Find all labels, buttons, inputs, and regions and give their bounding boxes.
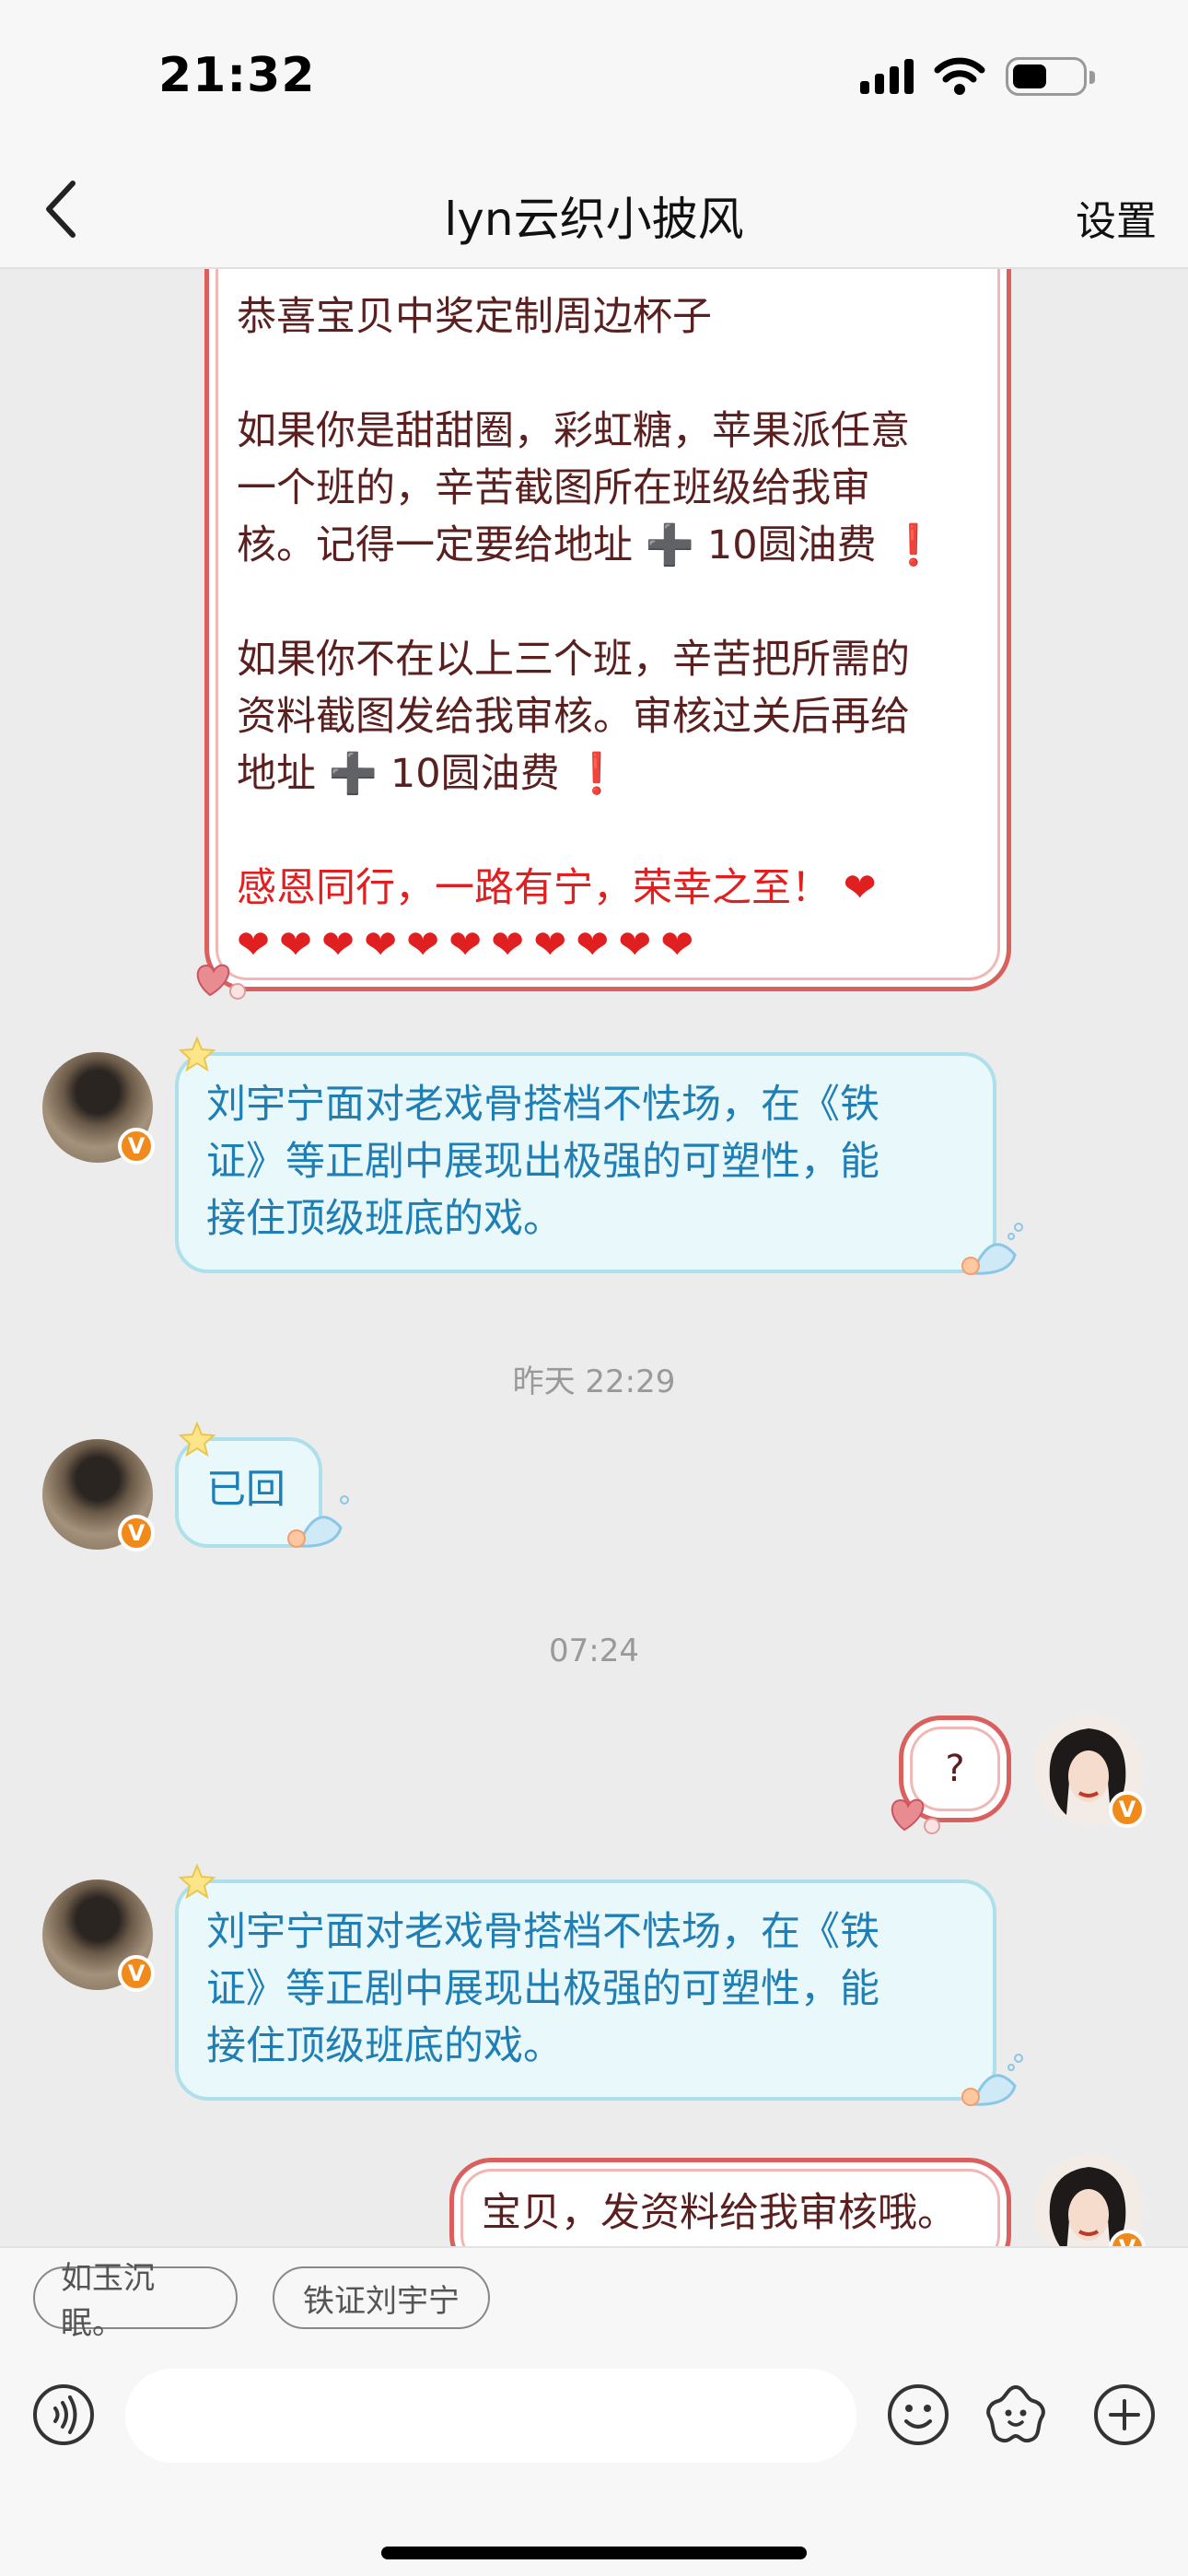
verified-badge: V <box>118 1515 155 1551</box>
battery-icon <box>1006 57 1095 96</box>
avatar[interactable]: V <box>42 1439 155 1551</box>
message-bubble-incoming[interactable]: 刘宇宁面对老戏骨搭档不怯场，在《铁 证》等正剧中展现出极强的可塑性，能 接住顶级… <box>175 1879 996 2101</box>
message-line <box>237 802 988 860</box>
verified-badge: V <box>118 1128 155 1165</box>
message-line <box>237 345 988 403</box>
status-icons <box>860 57 1095 96</box>
chat-header: lyn云织小披风 设置 <box>0 157 1188 269</box>
message-line: 证》等正剧中展现出极强的可塑性，能 <box>206 1139 879 1185</box>
verified-badge: V <box>118 1955 155 1992</box>
avatar[interactable]: V <box>1033 1715 1146 1828</box>
quick-reply-chip[interactable]: 铁证刘宇宁 <box>273 2266 490 2329</box>
message-input[interactable] <box>125 2369 856 2463</box>
status-time: 21:32 <box>158 48 316 103</box>
emoji-icon[interactable] <box>886 2383 950 2447</box>
message-line: 恭喜宝贝中奖定制周边杯子 <box>237 294 712 340</box>
message-line: ❤❤❤❤❤❤❤❤❤❤❤ <box>237 922 704 968</box>
cellular-signal-icon <box>860 59 914 94</box>
message-line: 接住顶级班底的戏。 <box>206 1196 563 1242</box>
star-icon <box>179 1421 215 1458</box>
status-bar: 21:32 <box>0 0 1188 157</box>
message-line: 接住顶级班底的戏。 <box>206 2023 563 2069</box>
message-line: 感恩同行，一路有宁，荣幸之至！ ❤ <box>237 865 877 911</box>
heart-ribbon-icon <box>196 964 246 1000</box>
avatar[interactable]: V <box>42 1052 155 1165</box>
message-bubble-incoming[interactable]: 刘宇宁面对老戏骨搭档不怯场，在《铁 证》等正剧中展现出极强的可塑性，能 接住顶级… <box>175 1052 996 1273</box>
message-line: 资料截图发给我审核。审核过关后再给 <box>237 694 910 740</box>
input-bar <box>0 2346 1188 2576</box>
message-line: 证》等正剧中展现出极强的可塑性，能 <box>206 1966 879 2012</box>
shell-icon <box>961 1223 1023 1275</box>
star-icon <box>179 1036 215 1072</box>
message-bubble-outgoing[interactable]: 宝贝，发资料给我审核哦。 <box>449 2158 1011 2246</box>
message-line: 如果你不在以上三个班，辛苦把所需的 <box>237 637 910 683</box>
shell-icon <box>287 1495 349 1548</box>
sticker-icon[interactable] <box>984 2383 1048 2447</box>
timestamp: 07:24 <box>549 1633 639 1669</box>
message-line: 核。记得一定要给地址 ➕ 10圆油费 ❗ <box>237 522 938 568</box>
shell-icon <box>961 2054 1023 2106</box>
settings-button[interactable]: 设置 <box>1076 188 1157 247</box>
message-line: 地址 ➕ 10圆油费 ❗ <box>237 751 622 797</box>
timestamp: 昨天 22:29 <box>512 1364 676 1400</box>
heart-ribbon-icon <box>891 1798 940 1834</box>
message-line: 宝贝，发资料给我审核哦。 <box>482 2190 957 2236</box>
message-line: 如果你是甜甜圈，彩虹糖，苹果派任意 <box>237 408 910 454</box>
plus-icon[interactable] <box>1092 2383 1157 2447</box>
message-line: 刘宇宁面对老戏骨搭档不怯场，在《铁 <box>206 1082 879 1128</box>
home-indicator[interactable] <box>381 2547 807 2559</box>
message-list[interactable]: 恭喜宝贝中奖定制周边杯子 如果你是甜甜圈，彩虹糖，苹果派任意 一个班的，辛苦截图… <box>0 269 1188 2246</box>
voice-icon[interactable] <box>31 2383 96 2447</box>
star-icon <box>179 1863 215 1900</box>
message-line: 一个班的，辛苦截图所在班级给我审 <box>237 465 870 511</box>
message-bubble-outgoing[interactable]: 恭喜宝贝中奖定制周边杯子 如果你是甜甜圈，彩虹糖，苹果派任意 一个班的，辛苦截图… <box>204 269 1011 991</box>
avatar[interactable]: V <box>1033 2154 1146 2246</box>
quick-reply-bar: 如玉沉眠。 铁证刘宇宁 <box>0 2246 1188 2346</box>
message-line: 刘宇宁面对老戏骨搭档不怯场，在《铁 <box>206 1909 879 1955</box>
verified-badge: V <box>1109 1791 1146 1828</box>
avatar[interactable]: V <box>42 1879 155 1992</box>
message-line <box>237 574 988 631</box>
wifi-icon <box>934 57 985 95</box>
chat-title: lyn云织小披风 <box>444 193 744 246</box>
quick-reply-chip[interactable]: 如玉沉眠。 <box>33 2260 238 2342</box>
